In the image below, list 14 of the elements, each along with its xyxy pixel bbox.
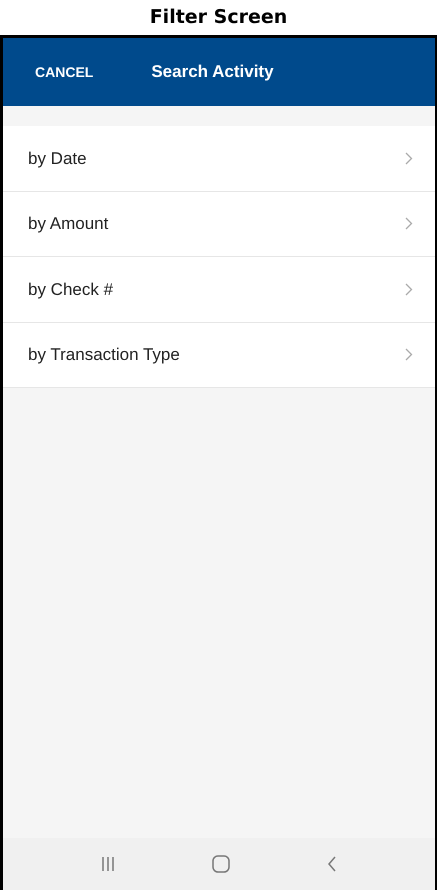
filter-item[interactable]: by Check # xyxy=(3,257,435,322)
filter-item[interactable]: by Amount xyxy=(3,192,435,257)
filter-item[interactable]: by Date xyxy=(3,126,435,192)
chevron-right-icon xyxy=(405,217,413,230)
screen-title: Search Activity xyxy=(151,61,274,84)
chevron-right-icon xyxy=(405,348,413,362)
cancel-button[interactable]: CANCEL xyxy=(35,62,94,82)
filter-item[interactable]: by Transaction Type xyxy=(3,322,435,388)
back-icon[interactable] xyxy=(326,856,337,872)
chevron-right-icon xyxy=(405,152,413,165)
chevron-right-icon xyxy=(405,282,413,296)
recent-apps-icon[interactable] xyxy=(101,856,116,872)
page-caption: Filter Screen xyxy=(150,5,288,30)
home-icon[interactable] xyxy=(212,855,230,873)
